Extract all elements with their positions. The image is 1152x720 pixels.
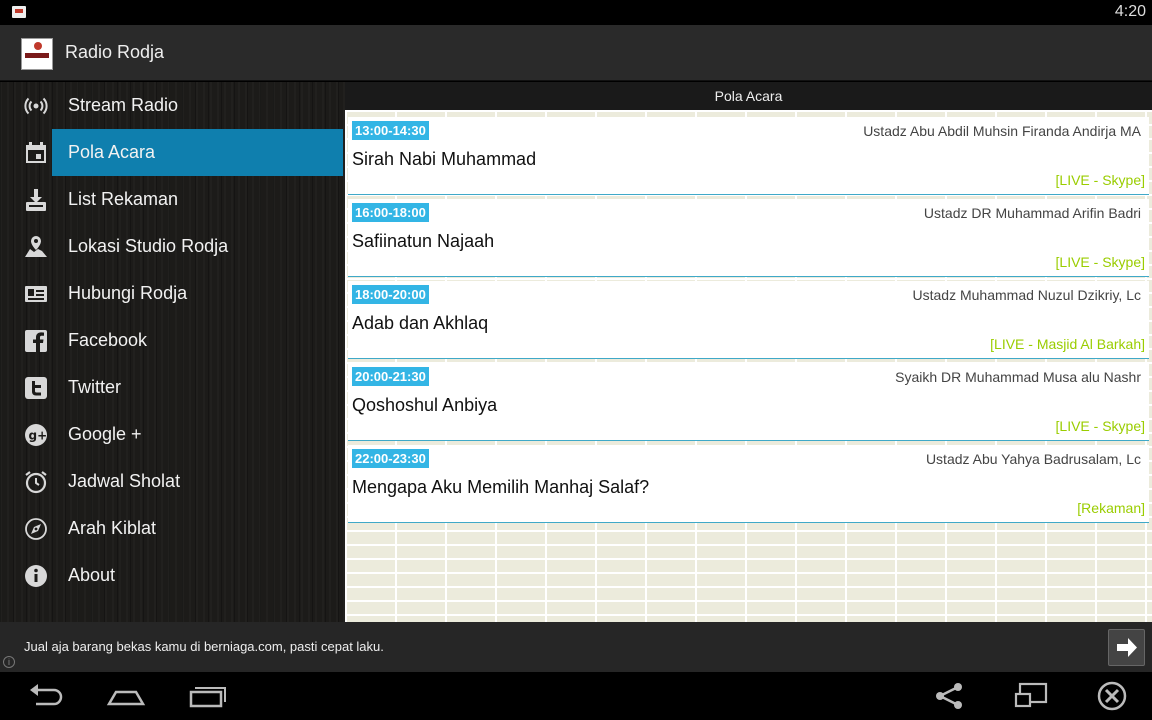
nav-label: Hubungi Rodja [68, 283, 188, 303]
broadcast-note: [LIVE - Skype] [1055, 418, 1145, 434]
nav-item-lokasi-studio[interactable]: Lokasi Studio Rodja [0, 223, 343, 270]
compass-icon [24, 517, 48, 541]
nav-label: Twitter [68, 377, 122, 397]
nav-item-arah-kiblat[interactable]: Arah Kiblat [0, 505, 343, 552]
nav-label: Facebook [68, 330, 148, 350]
broadcast-note: [Rekaman] [1077, 500, 1145, 516]
nav-label: About [68, 565, 116, 585]
alarm-clock-icon [24, 470, 48, 494]
schedule-item[interactable]: 20:00-21:30 Syaikh DR Muhammad Musa alu … [348, 363, 1149, 441]
schedule-header: Pola Acara [345, 82, 1152, 110]
nav-item-list-rekaman[interactable]: List Rekaman [0, 176, 343, 223]
schedule-panel: Pola Acara 13:00-14:30 Ustadz Abu Abdil … [345, 82, 1152, 622]
ad-text[interactable]: Jual aja barang bekas kamu di berniaga.c… [24, 639, 384, 654]
broadcast-note: [LIVE - Skype] [1055, 172, 1145, 188]
download-icon [24, 188, 48, 212]
map-icon [24, 235, 48, 259]
radio-signal-icon [24, 94, 48, 118]
speaker-name: Ustadz DR Muhammad Arifin Badri [923, 205, 1141, 221]
schedule-item[interactable]: 22:00-23:30 Ustadz Abu Yahya Badrusalam,… [348, 445, 1149, 523]
nav-item-pola-acara[interactable]: Pola Acara [0, 129, 343, 176]
program-title: Mengapa Aku Memilih Manhaj Salaf? [352, 477, 650, 497]
schedule-title: Pola Acara [714, 88, 783, 104]
nav-label: Lokasi Studio Rodja [68, 236, 229, 256]
back-icon[interactable] [26, 680, 66, 712]
nav-item-stream-radio[interactable]: Stream Radio [0, 82, 343, 129]
program-title: Adab dan Akhlaq [352, 313, 489, 333]
time-badge: 18:00-20:00 [352, 285, 429, 304]
broadcast-note: [LIVE - Masjid Al Barkah] [990, 336, 1145, 352]
system-nav-bar [0, 672, 1152, 720]
nav-label: Jadwal Sholat [68, 471, 181, 491]
facebook-icon [24, 329, 48, 353]
nav-label: List Rekaman [68, 189, 179, 209]
schedule-item[interactable]: 13:00-14:30 Ustadz Abu Abdil Muhsin Fira… [348, 117, 1149, 195]
nav-item-hubungi[interactable]: Hubungi Rodja [0, 270, 343, 317]
program-title: Safiinatun Najaah [352, 231, 495, 251]
action-bar: Radio Rodja [0, 25, 1152, 81]
nav-label: Pola Acara [68, 142, 156, 162]
screen-icon[interactable] [1012, 680, 1052, 712]
speaker-name: Ustadz Abu Abdil Muhsin Firanda Andirja … [863, 123, 1141, 139]
close-circle-icon[interactable] [1092, 680, 1132, 712]
schedule-item[interactable]: 16:00-18:00 Ustadz DR Muhammad Arifin Ba… [348, 199, 1149, 277]
twitter-icon [24, 376, 48, 400]
nav-label: Google + [68, 424, 142, 444]
time-badge: 20:00-21:30 [352, 367, 429, 386]
recent-apps-icon[interactable] [187, 680, 227, 712]
schedule-item[interactable]: 18:00-20:00 Ustadz Muhammad Nuzul Dzikri… [348, 281, 1149, 359]
info-icon [24, 564, 48, 588]
share-icon[interactable] [930, 680, 970, 712]
app-title: Radio Rodja [65, 42, 165, 62]
nav-label: Arah Kiblat [68, 518, 157, 538]
nav-drawer: Stream Radio Pola Acara List Rekaman Lok… [0, 82, 345, 622]
speaker-name: Ustadz Muhammad Nuzul Dzikriy, Lc [912, 287, 1141, 303]
svg-text:g+: g+ [29, 429, 48, 443]
app-logo-icon[interactable] [21, 38, 53, 70]
contact-card-icon [24, 282, 48, 306]
status-time: 4:20 [1114, 3, 1146, 20]
time-badge: 13:00-14:30 [352, 121, 429, 140]
ad-banner[interactable]: Jual aja barang bekas kamu di berniaga.c… [0, 622, 1152, 672]
calendar-icon [24, 141, 48, 165]
nav-item-facebook[interactable]: Facebook [0, 317, 343, 364]
nav-item-google-plus[interactable]: g+ Google + [0, 411, 343, 458]
nav-item-jadwal-sholat[interactable]: Jadwal Sholat [0, 458, 343, 505]
ad-info-icon[interactable]: i [3, 656, 15, 668]
speaker-name: Syaikh DR Muhammad Musa alu Nashr [895, 369, 1141, 385]
nav-item-twitter[interactable]: Twitter [0, 364, 343, 411]
speaker-name: Ustadz Abu Yahya Badrusalam, Lc [925, 451, 1141, 467]
program-title: Qoshoshul Anbiya [352, 395, 498, 415]
nav-item-about[interactable]: About [0, 552, 343, 599]
google-plus-icon: g+ [24, 423, 48, 447]
program-title: Sirah Nabi Muhammad [352, 149, 537, 169]
home-icon[interactable] [106, 680, 146, 712]
arrow-right-icon[interactable] [1108, 629, 1145, 666]
broadcast-note: [LIVE - Skype] [1055, 254, 1145, 270]
time-badge: 16:00-18:00 [352, 203, 429, 222]
notification-app-icon [12, 6, 26, 18]
nav-label: Stream Radio [68, 95, 179, 115]
status-bar: 4:20 [0, 0, 1152, 25]
time-badge: 22:00-23:30 [352, 449, 429, 468]
